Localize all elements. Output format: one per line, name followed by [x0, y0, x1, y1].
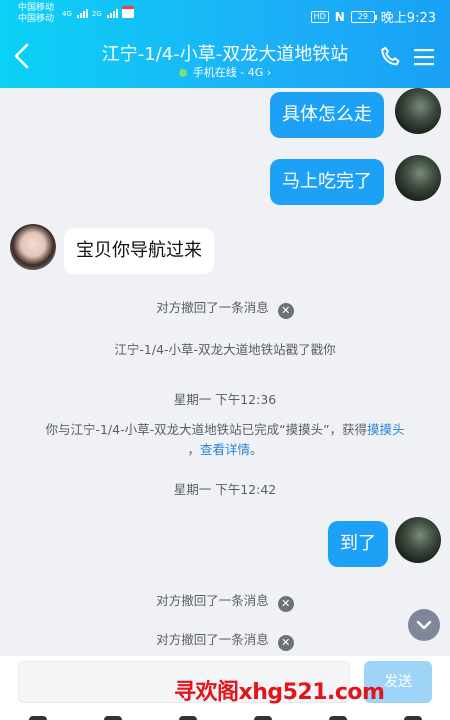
recall-notice: 对方撤回了一条消息 — [156, 632, 269, 647]
chevron-down-icon — [416, 620, 432, 630]
hd-icon: HD — [310, 10, 329, 23]
message-bubble-incoming[interactable]: 宝贝你导航过来 — [64, 228, 214, 274]
interaction-end: 。 — [250, 442, 263, 457]
emoji-icon[interactable] — [328, 716, 347, 720]
chat-header: 中国移动 中国移动 4G 2G HD N 29 晚上9:23 江宁-1/4-小草… — [0, 0, 450, 88]
interaction-notice: 你与江宁-1/4-小草-双龙大道地铁站已完成“摸摸头”，获得摸摸头 ，查看详情。 — [0, 420, 450, 460]
timestamp: 星期一 下午12:42 — [173, 482, 277, 497]
chat-title[interactable]: 江宁-1/4-小草-双龙大道地铁站 — [60, 40, 390, 66]
system-message: 对方撤回了一条消息 ✕ — [0, 590, 450, 612]
carrier-labels: 中国移动 中国移动 — [18, 3, 54, 25]
recall-notice: 对方撤回了一条消息 — [156, 593, 269, 608]
message-bubble-outgoing[interactable]: 到了 — [328, 521, 388, 567]
carrier-1: 中国移动 — [18, 3, 55, 13]
view-details-link[interactable]: 查看详情 — [200, 442, 250, 457]
close-icon[interactable]: ✕ — [277, 596, 294, 612]
message-list[interactable]: 具体怎么走 马上吃完了 宝贝你导航过来 对方撤回了一条消息 ✕ 江宁-1/4-小草… — [0, 88, 450, 656]
timestamp: 星期一 下午12:36 — [173, 392, 277, 407]
network-type-1: 4G — [62, 10, 72, 18]
interaction-comma: ， — [187, 442, 200, 457]
online-status-arrow-icon: › — [266, 66, 272, 79]
voice-icon[interactable] — [28, 716, 47, 720]
more-icon[interactable] — [403, 716, 422, 720]
avatar[interactable] — [395, 155, 441, 201]
file-icon[interactable] — [253, 716, 272, 720]
system-message: 对方撤回了一条消息 ✕ — [0, 629, 450, 651]
close-icon[interactable]: ✕ — [277, 303, 294, 319]
avatar[interactable] — [395, 517, 441, 563]
avatar[interactable] — [10, 224, 56, 270]
status-bar: 中国移动 中国移动 4G 2G HD N 29 晚上9:23 — [0, 0, 450, 30]
watermark: 寻欢阁xhg521.com — [174, 680, 385, 705]
message-bubble-outgoing[interactable]: 具体怎么走 — [270, 92, 384, 138]
scroll-to-bottom-button[interactable] — [408, 609, 440, 641]
back-arrow-icon[interactable] — [10, 40, 34, 72]
online-status-text: 手机在线 - 4G — [192, 66, 264, 79]
online-dot-icon — [178, 69, 187, 77]
message-bubble-outgoing[interactable]: 马上吃完了 — [270, 159, 384, 205]
nfc-icon: N — [334, 9, 345, 24]
carrier-2: 中国移动 — [18, 14, 55, 24]
camera-icon[interactable] — [178, 716, 197, 720]
signal-bars-icon — [76, 6, 88, 18]
network-type-2: 2G — [91, 10, 102, 18]
phone-icon[interactable] — [378, 44, 404, 70]
poke-notice: 江宁-1/4-小草-双龙大道地铁站戳了戳你 — [114, 342, 336, 357]
avatar[interactable] — [395, 88, 441, 134]
status-time: 晚上9:23 — [380, 11, 436, 26]
interaction-link[interactable]: 摸摸头 — [367, 422, 405, 437]
battery-icon: 29 — [350, 10, 377, 23]
online-status[interactable]: 手机在线 - 4G › — [60, 64, 390, 80]
menu-icon[interactable] — [413, 47, 435, 67]
recall-notice: 对方撤回了一条消息 — [156, 300, 269, 315]
signal-bars-2-icon — [106, 6, 118, 18]
notification-app-icon — [121, 6, 134, 18]
close-icon[interactable]: ✕ — [277, 635, 294, 651]
status-right: HD N 29 晚上9:23 — [310, 7, 436, 26]
interaction-text: 你与江宁-1/4-小草-双龙大道地铁站已完成“摸摸头”，获得 — [45, 422, 368, 437]
toolbar — [0, 716, 450, 720]
image-icon[interactable] — [103, 716, 122, 720]
system-message: 对方撤回了一条消息 ✕ — [0, 297, 450, 319]
network-icons: 4G 2G — [62, 6, 134, 18]
